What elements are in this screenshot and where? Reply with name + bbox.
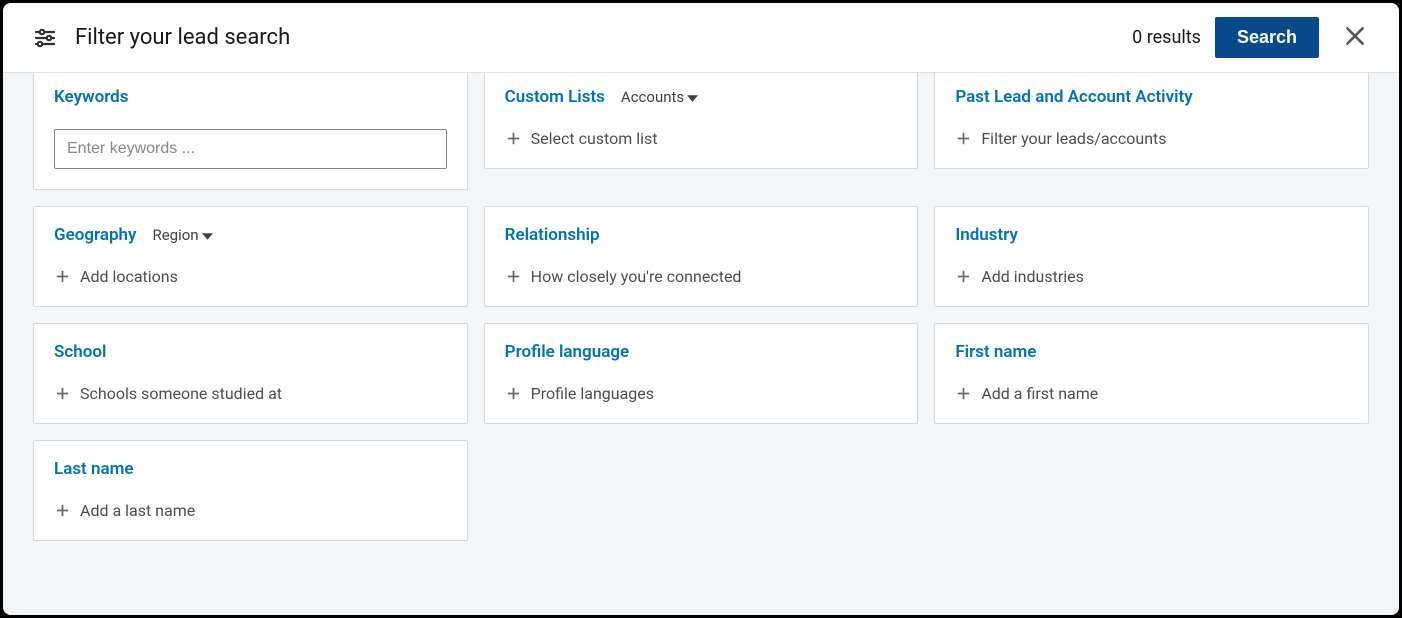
card-geography: Geography Region Add locations xyxy=(33,206,468,307)
add-profile-language-label: Profile languages xyxy=(531,384,654,403)
add-relationship[interactable]: How closely you're connected xyxy=(505,267,898,286)
header-bar: Filter your lead search 0 results Search xyxy=(3,3,1399,73)
page-title: Filter your lead search xyxy=(75,25,1132,50)
geography-dropdown-label: Region xyxy=(152,226,198,244)
custom-lists-dropdown[interactable]: Accounts xyxy=(621,88,698,106)
card-title-last-name[interactable]: Last name xyxy=(54,459,134,479)
card-title-custom-lists[interactable]: Custom Lists xyxy=(505,87,605,107)
card-profile-language: Profile language Profile languages xyxy=(484,323,919,424)
plus-icon xyxy=(54,385,71,402)
card-school: School Schools someone studied at xyxy=(33,323,468,424)
card-last-name: Last name Add a last name xyxy=(33,440,468,541)
add-profile-language[interactable]: Profile languages xyxy=(505,384,898,403)
add-geography[interactable]: Add locations xyxy=(54,267,447,286)
chevron-down-icon xyxy=(202,226,213,244)
results-count: 0 results xyxy=(1132,27,1201,48)
card-title-geography[interactable]: Geography xyxy=(54,225,136,245)
add-first-name-label: Add a first name xyxy=(981,384,1098,403)
filter-icon xyxy=(33,26,57,50)
search-button[interactable]: Search xyxy=(1215,17,1319,58)
card-keywords: Keywords xyxy=(33,73,468,190)
card-title-profile-language[interactable]: Profile language xyxy=(505,342,630,362)
card-title-first-name[interactable]: First name xyxy=(955,342,1036,362)
card-title-industry[interactable]: Industry xyxy=(955,225,1018,245)
results-count-value: 0 xyxy=(1132,27,1142,48)
plus-icon xyxy=(54,268,71,285)
close-button[interactable] xyxy=(1341,24,1369,52)
card-title-relationship[interactable]: Relationship xyxy=(505,225,600,245)
results-label: results xyxy=(1142,27,1201,48)
filter-body: Keywords Custom Lists Accounts Select cu… xyxy=(3,73,1399,615)
add-first-name[interactable]: Add a first name xyxy=(955,384,1348,403)
card-past-activity: Past Lead and Account Activity Filter yo… xyxy=(934,73,1369,169)
filter-panel: Filter your lead search 0 results Search… xyxy=(3,3,1399,615)
plus-icon xyxy=(505,268,522,285)
plus-icon xyxy=(955,130,972,147)
add-past-activity-label: Filter your leads/accounts xyxy=(981,129,1166,148)
add-geography-label: Add locations xyxy=(80,267,178,286)
add-custom-list[interactable]: Select custom list xyxy=(505,129,898,148)
add-last-name[interactable]: Add a last name xyxy=(54,501,447,520)
add-industry-label: Add industries xyxy=(981,267,1084,286)
card-custom-lists: Custom Lists Accounts Select custom list xyxy=(484,73,919,169)
plus-icon xyxy=(505,130,522,147)
add-school[interactable]: Schools someone studied at xyxy=(54,384,447,403)
filter-grid: Keywords Custom Lists Accounts Select cu… xyxy=(33,73,1369,541)
keywords-input[interactable] xyxy=(54,129,447,169)
card-title-school[interactable]: School xyxy=(54,342,106,362)
add-school-label: Schools someone studied at xyxy=(80,384,282,403)
geography-dropdown[interactable]: Region xyxy=(152,226,212,244)
card-title-keywords[interactable]: Keywords xyxy=(54,87,128,107)
plus-icon xyxy=(955,268,972,285)
close-icon xyxy=(1342,23,1368,52)
add-last-name-label: Add a last name xyxy=(80,501,195,520)
custom-lists-dropdown-label: Accounts xyxy=(621,88,684,106)
card-industry: Industry Add industries xyxy=(934,206,1369,307)
add-industry[interactable]: Add industries xyxy=(955,267,1348,286)
card-relationship: Relationship How closely you're connecte… xyxy=(484,206,919,307)
plus-icon xyxy=(54,502,71,519)
add-custom-list-label: Select custom list xyxy=(531,129,658,148)
add-past-activity[interactable]: Filter your leads/accounts xyxy=(955,129,1348,148)
card-first-name: First name Add a first name xyxy=(934,323,1369,424)
add-relationship-label: How closely you're connected xyxy=(531,267,742,286)
plus-icon xyxy=(955,385,972,402)
chevron-down-icon xyxy=(687,88,698,106)
plus-icon xyxy=(505,385,522,402)
card-title-past-activity[interactable]: Past Lead and Account Activity xyxy=(955,87,1192,107)
